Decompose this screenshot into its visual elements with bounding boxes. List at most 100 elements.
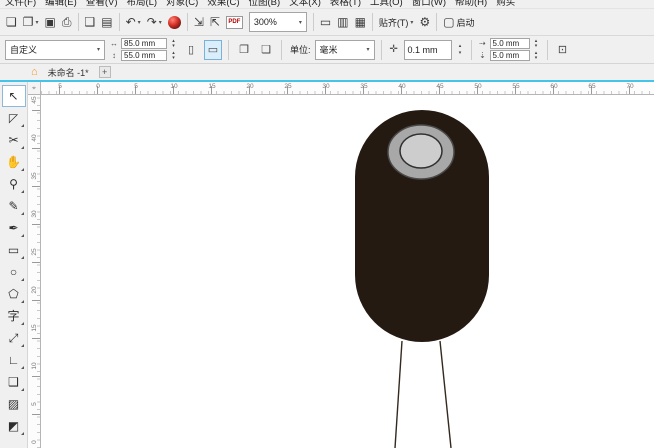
spin-down-icon: ▾	[169, 44, 178, 49]
show-grid-button[interactable]: ▦	[352, 11, 369, 33]
preset-value: 自定义	[10, 43, 37, 56]
ruler-label: 10	[28, 360, 41, 372]
transparency-tool[interactable]: ▨	[2, 393, 26, 415]
duplicate-distance-block: ⇢ 5.0 mm ▴▾ ⇣ 5.0 mm ▴▾	[478, 38, 541, 61]
new-tab-button[interactable]: +	[99, 66, 111, 78]
ruler-label: 35	[28, 170, 41, 182]
ellipse-tool[interactable]: ○	[2, 261, 26, 283]
horizontal-ruler[interactable]: 50510152025303540455055606570	[41, 82, 654, 95]
crop-tool[interactable]: ✂	[2, 129, 26, 151]
publish-pdf-button[interactable]: PDF	[223, 11, 246, 33]
dimension-tool[interactable]: ⤢	[2, 327, 26, 349]
menu-item[interactable]: 布局(L)	[126, 0, 157, 8]
open-button[interactable]: ❐ ▾	[20, 11, 42, 33]
connector-tool[interactable]: ∟	[2, 349, 26, 371]
pan-tool[interactable]: ✋	[2, 151, 26, 173]
page-height-field[interactable]: 55.0 mm	[121, 50, 167, 61]
menu-item[interactable]: 查看(V)	[86, 0, 118, 8]
menu-item[interactable]: 窗口(W)	[412, 0, 446, 8]
copy-button[interactable]: ❑	[82, 11, 99, 33]
ruler-label: 5	[41, 82, 79, 94]
ruler-label: 0	[28, 436, 41, 448]
separator	[471, 40, 472, 60]
page-width-field[interactable]: 85.0 mm	[121, 38, 167, 49]
ruler-label: 45	[28, 95, 41, 106]
menu-item[interactable]: 位图(B)	[249, 0, 281, 8]
home-icon[interactable]: ⌂	[31, 67, 38, 78]
undo-button[interactable]: ↶ ▾	[123, 11, 144, 33]
menu-item[interactable]: 购买	[496, 0, 515, 8]
fill-tool[interactable]: ◩	[2, 415, 26, 437]
snap-to-dropdown[interactable]: 贴齐(T) ▾	[376, 11, 417, 33]
separator	[372, 13, 373, 31]
menu-item[interactable]: 效果(C)	[207, 0, 239, 8]
menu-item[interactable]: 对象(C)	[166, 0, 198, 8]
new-document-button[interactable]: ❏	[3, 11, 20, 33]
show-rulers-button[interactable]: ▥	[334, 11, 351, 33]
standard-toolbar: ❏ ❐ ▾ ▣ ⎙	[0, 8, 654, 36]
ruler-origin[interactable]: ⌖	[28, 82, 41, 95]
page-height-stepper[interactable]: ▴▾	[169, 51, 178, 60]
polygon-tool[interactable]: ⬠	[2, 283, 26, 305]
page-height-icon: ↕	[109, 51, 119, 60]
separator	[119, 13, 120, 31]
page-width-stepper[interactable]: ▴▾	[169, 39, 178, 48]
landscape-button[interactable]: ▭	[204, 40, 222, 60]
inner-cap-shape[interactable]	[400, 134, 442, 168]
menu-item[interactable]: 文件(F)	[5, 0, 36, 8]
ruler-label: 20	[28, 284, 41, 296]
all-pages-button[interactable]: ❐	[235, 40, 253, 60]
portrait-icon: ▯	[188, 43, 194, 56]
menu-item[interactable]: 工具(O)	[370, 0, 403, 8]
text-tool[interactable]: 字	[2, 305, 26, 327]
pick-tool[interactable]: ↖	[2, 85, 26, 107]
menu-item[interactable]: 表格(T)	[330, 0, 361, 8]
spin-down-icon: ▾	[169, 56, 178, 61]
workarea: ⌖ 50510152025303540455055606570 45403530…	[28, 82, 654, 448]
launch-button[interactable]: ▢ 启动	[440, 11, 477, 33]
left-leg-line[interactable]	[395, 341, 402, 448]
duplicate-y-icon: ⇣	[478, 51, 488, 60]
separator	[381, 40, 382, 60]
document-tab-bar: ⌂ 未命名 -1* +	[0, 64, 654, 82]
ruler-label: 15	[28, 322, 41, 334]
current-page-button[interactable]: ❏	[257, 40, 275, 60]
drawing-canvas[interactable]	[41, 95, 654, 448]
shape-tool[interactable]: ◸	[2, 107, 26, 129]
app-ball-button[interactable]	[165, 11, 184, 33]
duplicate-x-field[interactable]: 5.0 mm	[490, 38, 530, 49]
import-button[interactable]: ⇲	[191, 11, 207, 33]
nudge-offset-field[interactable]: 0.1 mm	[404, 40, 452, 60]
save-button[interactable]: ▣	[42, 11, 59, 33]
zoom-level-combo[interactable]: 300% ▾	[249, 12, 307, 32]
export-button[interactable]: ⇱	[207, 11, 223, 33]
nudge-stepper[interactable]: ▴▾	[456, 43, 465, 57]
duplicate-y-stepper[interactable]: ▴▾	[532, 51, 541, 60]
bezier-tool[interactable]: ✒	[2, 217, 26, 239]
portrait-button[interactable]: ▯	[182, 40, 200, 60]
bounding-box-button[interactable]: ⊡	[554, 40, 572, 60]
separator	[78, 13, 79, 31]
right-leg-line[interactable]	[440, 341, 451, 448]
paste-button[interactable]: ▤	[98, 11, 115, 33]
rectangle-tool[interactable]: ▭	[2, 239, 26, 261]
menu-item[interactable]: 编辑(E)	[45, 0, 77, 8]
freehand-tool[interactable]: ✎	[2, 195, 26, 217]
ruler-label: 25	[269, 82, 307, 94]
duplicate-x-stepper[interactable]: ▴▾	[532, 39, 541, 48]
document-tab-label: 未命名 -1*	[48, 66, 89, 79]
zoom-tool[interactable]: ⚲	[2, 173, 26, 195]
menu-item[interactable]: 文本(X)	[289, 0, 321, 8]
page-preset-combo[interactable]: 自定义 ▾	[5, 40, 105, 60]
duplicate-y-field[interactable]: 5.0 mm	[490, 50, 530, 61]
menu-item[interactable]: 帮助(H)	[455, 0, 487, 8]
shadow-tool[interactable]: ❑	[2, 371, 26, 393]
document-tab[interactable]: 未命名 -1*	[43, 64, 94, 80]
vertical-ruler[interactable]: 454035302520151050	[28, 95, 41, 448]
ruler-label: 30	[28, 208, 41, 220]
redo-button[interactable]: ↷ ▾	[144, 11, 165, 33]
fullscreen-preview-button[interactable]: ▭	[317, 11, 334, 33]
options-button[interactable]: ⚙	[416, 11, 433, 33]
units-combo[interactable]: 毫米 ▾	[315, 40, 375, 60]
print-button[interactable]: ⎙	[59, 11, 75, 33]
